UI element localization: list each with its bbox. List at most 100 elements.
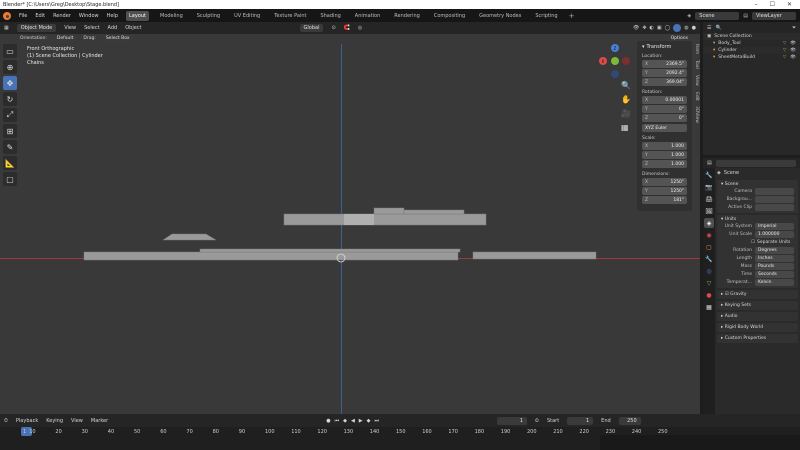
- dimensions-z-field[interactable]: Z 181": [642, 196, 687, 204]
- view-layer-props-icon[interactable]: 🖼: [704, 206, 714, 216]
- menu-window[interactable]: Window: [79, 13, 99, 19]
- menu-edit[interactable]: Edit: [35, 13, 45, 19]
- eye-icon[interactable]: 👁: [790, 48, 800, 53]
- transform-header[interactable]: ▾ Transform: [642, 44, 687, 50]
- time-units-dropdown[interactable]: Seconds: [755, 270, 794, 278]
- eye-icon[interactable]: 👁: [790, 55, 800, 60]
- rotation-units-dropdown[interactable]: Degrees: [755, 246, 794, 254]
- xray-icon[interactable]: ▣: [657, 25, 662, 31]
- jump-start-icon[interactable]: ⏮: [335, 418, 340, 424]
- snap-icon[interactable]: 🧲: [344, 25, 350, 31]
- scale-z-field[interactable]: Z 1.000: [642, 160, 687, 168]
- length-units-dropdown[interactable]: Inches: [755, 254, 794, 262]
- data-props-icon[interactable]: ▽: [704, 278, 714, 288]
- scale-y-field[interactable]: Y 1.000: [642, 151, 687, 159]
- shading-material-icon[interactable]: ◍: [684, 25, 688, 31]
- tab-uv-editing[interactable]: UV Editing: [231, 11, 263, 21]
- menu-select[interactable]: Select: [84, 25, 99, 31]
- tab-rendering[interactable]: Rendering: [391, 11, 423, 21]
- output-props-icon[interactable]: 🖨: [704, 194, 714, 204]
- maximize-icon[interactable]: ☐: [770, 1, 775, 8]
- scene-geometry[interactable]: [0, 34, 700, 414]
- camera-field[interactable]: [755, 187, 794, 195]
- proportional-edit-icon[interactable]: ◎: [358, 25, 362, 31]
- navigation-gizmo[interactable]: Z X: [598, 44, 632, 78]
- menu-marker[interactable]: Marker: [91, 418, 108, 424]
- location-y-field[interactable]: Y 2092.4": [642, 69, 687, 77]
- texture-props-icon[interactable]: ▦: [704, 302, 714, 312]
- current-frame-field[interactable]: 1: [497, 416, 528, 425]
- preview-range-icon[interactable]: ⏲: [535, 418, 539, 424]
- custom-properties-section[interactable]: ▸ Custom Properties: [717, 334, 798, 343]
- menu-playback[interactable]: Playback: [16, 418, 38, 424]
- outliner-filter-icon[interactable]: ⏷: [792, 25, 800, 31]
- play-reverse-icon[interactable]: ◀: [351, 418, 355, 424]
- unit-system-dropdown[interactable]: Imperial: [755, 222, 794, 230]
- add-workspace-icon[interactable]: +: [569, 12, 575, 20]
- ortho-grid-icon[interactable]: ▦: [621, 123, 633, 137]
- shading-rendered-icon[interactable]: ●: [692, 25, 696, 31]
- pan-hand-icon[interactable]: ✋: [621, 95, 633, 109]
- gizmo-neg-x-icon[interactable]: [622, 57, 630, 65]
- unit-scale-field[interactable]: 1.000000: [755, 230, 794, 238]
- menu-view[interactable]: View: [64, 25, 76, 31]
- eye-icon[interactable]: 👁: [790, 41, 800, 46]
- tab-geometry-nodes[interactable]: Geometry Nodes: [476, 11, 524, 21]
- dimensions-x-field[interactable]: X 1250": [642, 178, 687, 186]
- prev-key-icon[interactable]: ◆: [343, 418, 347, 424]
- tab-3dview[interactable]: 3DView: [694, 106, 699, 123]
- viewlayer-icon[interactable]: ▤: [743, 13, 748, 19]
- tab-animation[interactable]: Animation: [352, 11, 384, 21]
- play-icon[interactable]: ▶: [359, 418, 363, 424]
- outliner-item-cylinder[interactable]: ▾ Cylinder ▽ 👁: [703, 47, 800, 54]
- rotation-y-field[interactable]: Y 0°: [642, 105, 687, 113]
- tab-texture-paint[interactable]: Texture Paint: [271, 11, 309, 21]
- active-clip-field[interactable]: [755, 203, 794, 211]
- 3d-viewport[interactable]: Orientation: Default Drag: Select Box Op…: [0, 34, 700, 414]
- tool-props-icon[interactable]: 🔧: [704, 170, 714, 180]
- dimensions-y-field[interactable]: Y 1250": [642, 187, 687, 195]
- visibility-icon[interactable]: 👁: [633, 25, 639, 31]
- orientation-dropdown[interactable]: Global: [299, 24, 324, 32]
- rotation-mode-dropdown[interactable]: XYZ Euler: [642, 124, 687, 132]
- outliner-editor-icon[interactable]: ☰: [707, 25, 711, 31]
- jump-end-icon[interactable]: ⏭: [375, 418, 380, 424]
- mode-dropdown[interactable]: Object Mode: [16, 24, 57, 32]
- editor-type-icon[interactable]: ▦: [4, 25, 9, 31]
- camera-view-icon[interactable]: 🎥: [621, 109, 633, 123]
- menu-keying[interactable]: Keying: [46, 418, 63, 424]
- menu-help[interactable]: Help: [107, 13, 118, 19]
- shading-solid-icon[interactable]: [673, 24, 682, 32]
- record-icon[interactable]: ●: [326, 418, 330, 424]
- scene-props-icon[interactable]: ◈: [704, 218, 714, 228]
- start-frame-field[interactable]: 1: [567, 416, 594, 425]
- outliner-item-body-tool[interactable]: ▾ Body_Tool ▽ 👁: [703, 40, 800, 47]
- pivot-icon[interactable]: ⊙: [331, 25, 335, 31]
- scene-selector[interactable]: Scene: [695, 11, 740, 20]
- tab-tool[interactable]: Tool: [694, 60, 699, 69]
- tab-scripting[interactable]: Scripting: [532, 11, 560, 21]
- gizmo-toggle-icon[interactable]: ✥: [642, 25, 646, 31]
- gizmo-x-icon[interactable]: X: [599, 57, 607, 65]
- minimize-icon[interactable]: –: [755, 1, 758, 8]
- tab-view[interactable]: View: [694, 75, 699, 86]
- end-frame-field[interactable]: 250: [618, 416, 641, 425]
- tab-compositing[interactable]: Compositing: [431, 11, 468, 21]
- menu-render[interactable]: Render: [53, 13, 71, 19]
- next-key-icon[interactable]: ◆: [367, 418, 371, 424]
- gizmo-y-icon[interactable]: [611, 57, 619, 65]
- scale-x-field[interactable]: X 1.000: [642, 142, 687, 150]
- modifier-props-icon[interactable]: 🔧: [704, 254, 714, 264]
- outliner-root[interactable]: ▣ Scene Collection: [703, 33, 800, 40]
- overlay-icon[interactable]: ◐: [650, 25, 654, 31]
- tab-sculpting[interactable]: Sculpting: [194, 11, 223, 21]
- menu-timeline-view[interactable]: View: [71, 418, 83, 424]
- outliner-item-sheetmetal[interactable]: ▾ SheetMetalBuild ▽ 👁: [703, 54, 800, 61]
- tab-layout[interactable]: Layout: [126, 10, 149, 21]
- rotation-z-field[interactable]: Z 0°: [642, 114, 687, 122]
- close-icon[interactable]: ✕: [787, 1, 792, 8]
- location-x-field[interactable]: X 2369.5": [642, 60, 687, 68]
- menu-object[interactable]: Object: [125, 25, 141, 31]
- audio-section[interactable]: ▸ Audio: [717, 312, 798, 321]
- menu-add[interactable]: Add: [108, 25, 118, 31]
